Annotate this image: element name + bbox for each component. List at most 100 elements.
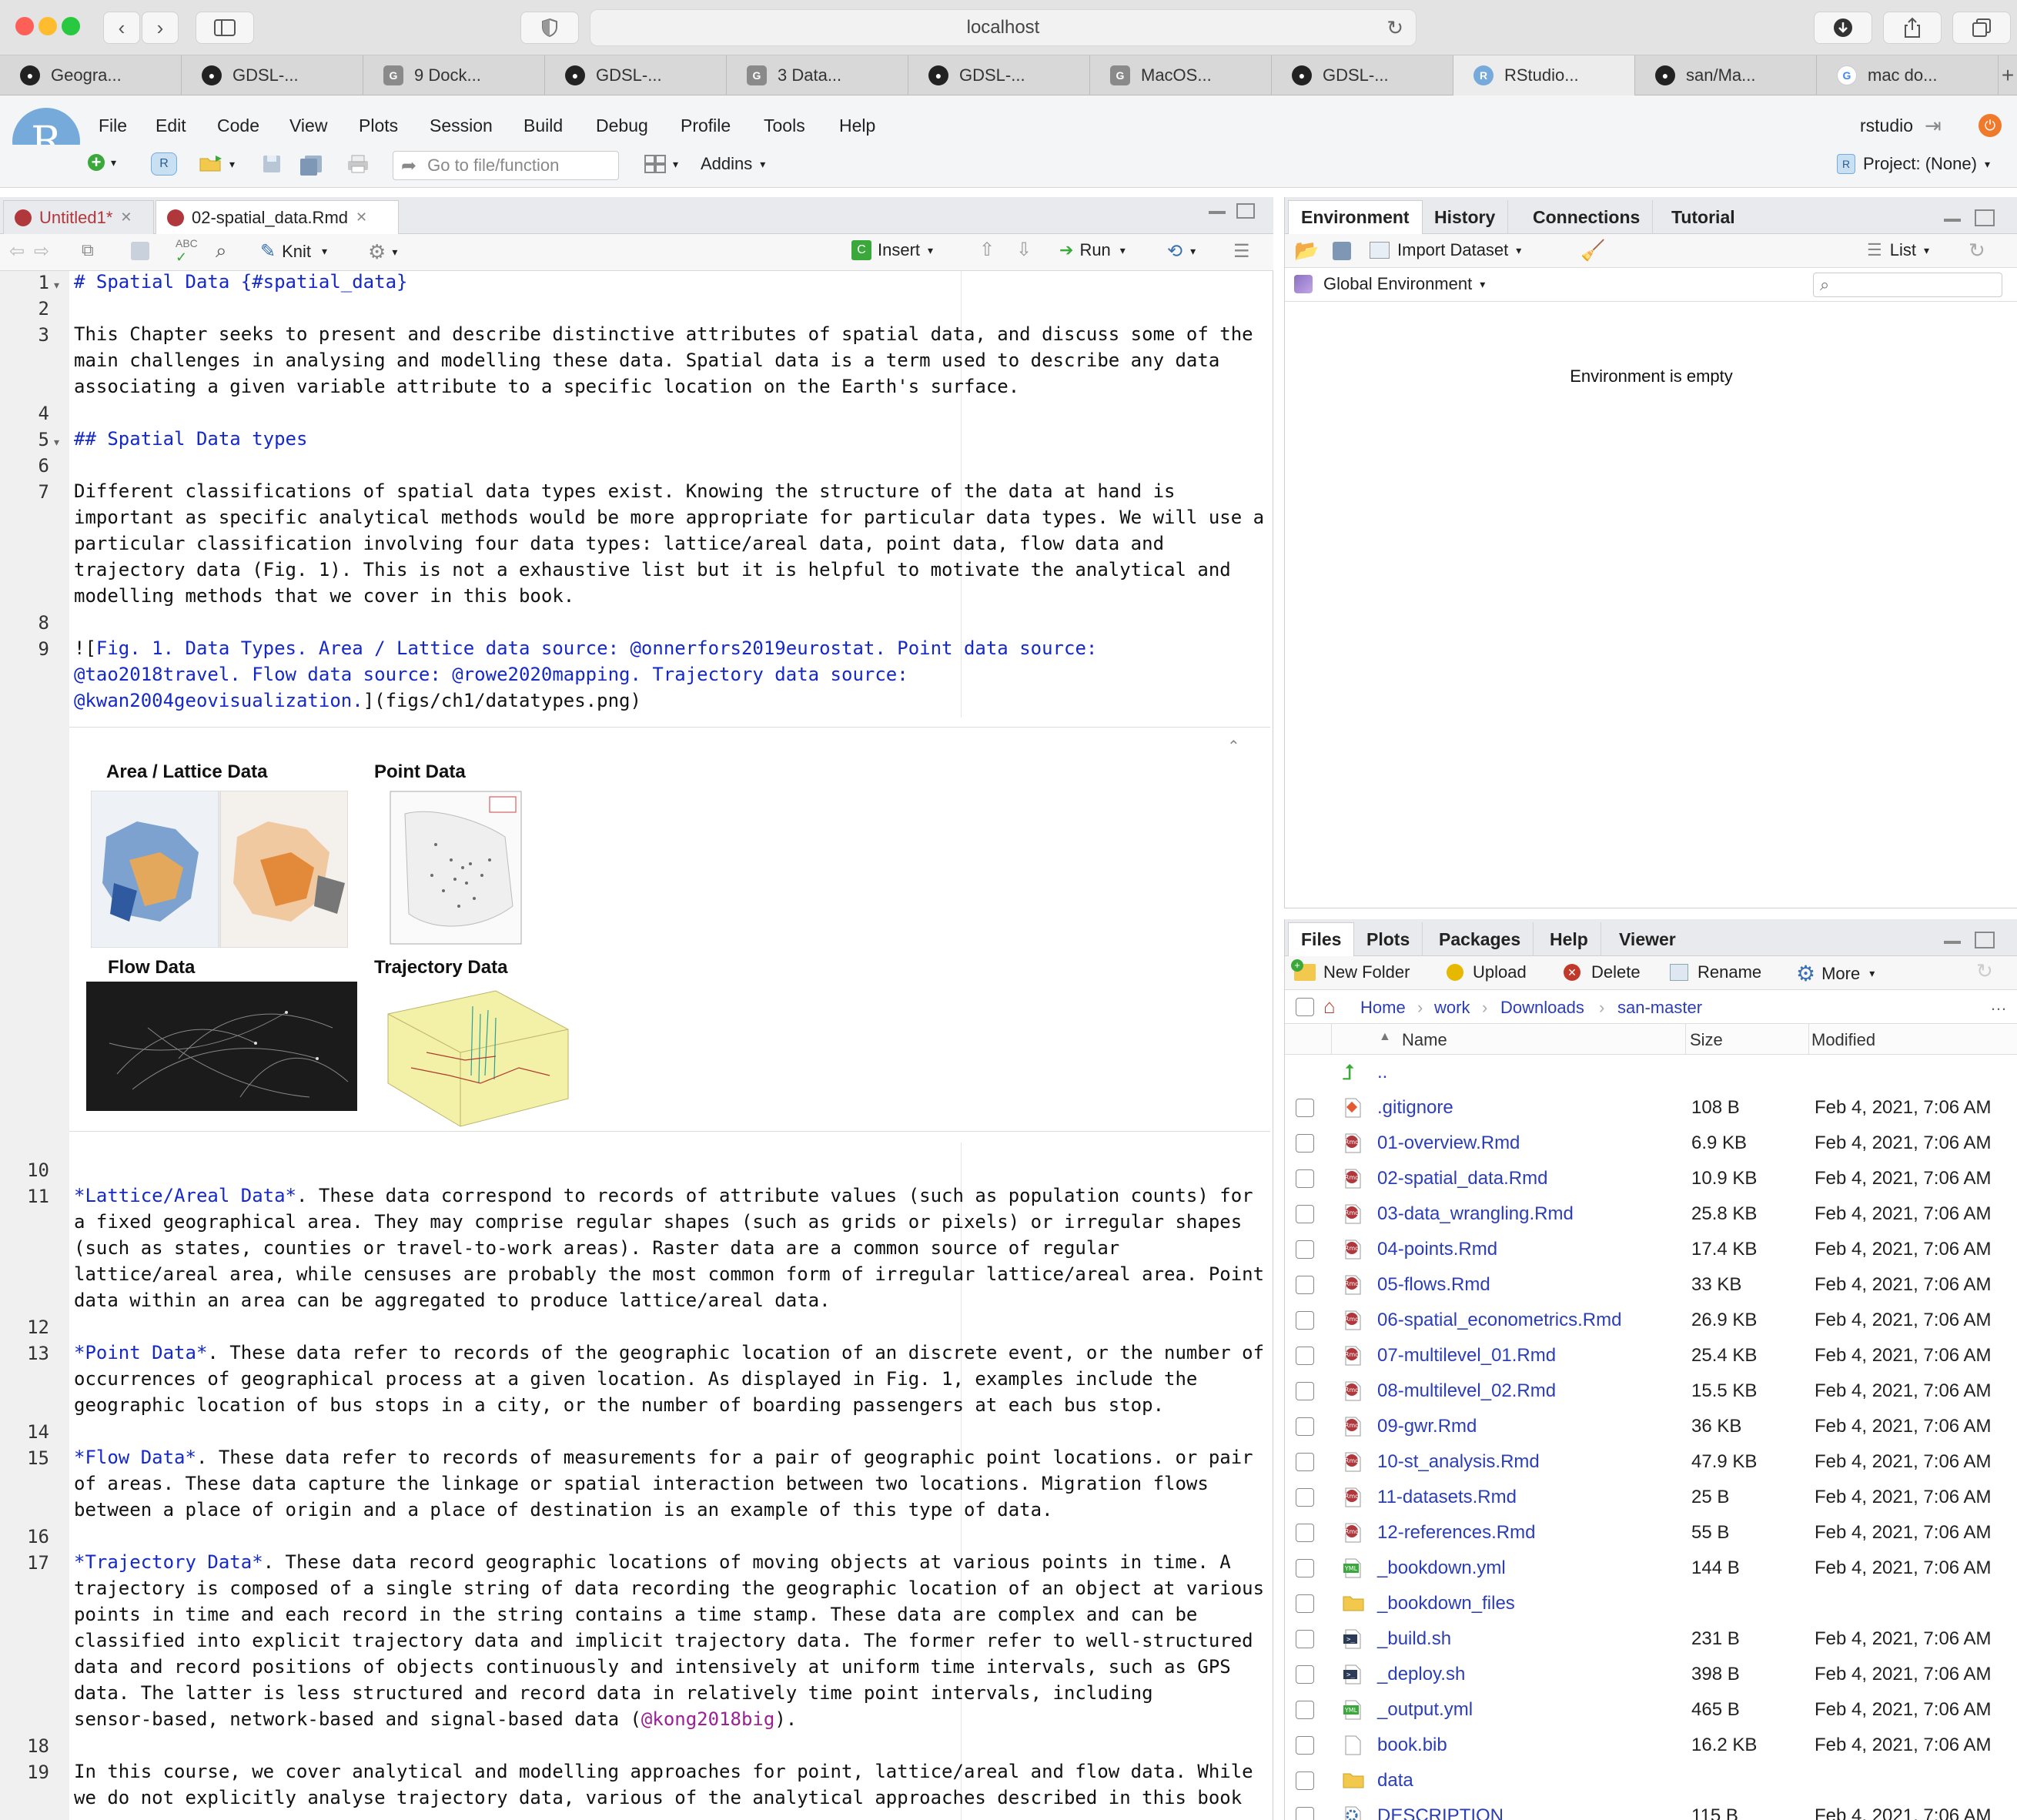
column-modified[interactable]: Modified bbox=[1811, 1030, 1875, 1050]
back-arrow-icon[interactable]: ⇦ bbox=[9, 240, 25, 263]
column-name[interactable]: Name bbox=[1402, 1030, 1447, 1050]
code-line[interactable]: *Point Data*. These data refer to record… bbox=[74, 1340, 1264, 1418]
file-name-link[interactable]: 08-multilevel_02.Rmd bbox=[1377, 1380, 1556, 1402]
browser-tab[interactable]: ● san/Ma... bbox=[1635, 55, 1817, 95]
share-button[interactable] bbox=[1883, 12, 1942, 44]
file-name-link[interactable]: 10-st_analysis.Rmd bbox=[1377, 1451, 1540, 1473]
file-checkbox[interactable] bbox=[1296, 1807, 1314, 1820]
rerun-button[interactable]: ⟲ ▾ bbox=[1167, 240, 1196, 263]
code-line[interactable]: ![Fig. 1. Data Types. Area / Lattice dat… bbox=[74, 635, 1097, 714]
tab-help[interactable]: Help bbox=[1537, 922, 1601, 956]
code-line[interactable]: *Lattice/Areal Data*. These data corresp… bbox=[74, 1183, 1264, 1313]
tab-files[interactable]: Files bbox=[1288, 922, 1355, 956]
rename-button[interactable]: Rename bbox=[1670, 962, 1761, 982]
code-line[interactable]: In this course, we cover analytical and … bbox=[74, 1758, 1253, 1811]
code-line[interactable]: This Chapter seeks to present and descri… bbox=[74, 321, 1253, 400]
file-row[interactable]: Rmd 09-gwr.Rmd 36 KB Feb 4, 2021, 7:06 AM bbox=[1285, 1409, 2017, 1444]
file-checkbox[interactable] bbox=[1296, 1771, 1314, 1790]
next-chunk-icon[interactable]: ⇩ bbox=[1016, 239, 1032, 261]
search-icon[interactable]: ⌕ bbox=[216, 239, 227, 263]
outline-icon[interactable]: ☰ bbox=[1233, 240, 1250, 263]
minimize-window-button[interactable] bbox=[38, 17, 57, 35]
file-name-link[interactable]: 05-flows.Rmd bbox=[1377, 1274, 1490, 1296]
editor-tab-spatial-data[interactable]: 02-spatial_data.Rmd ✕ bbox=[156, 200, 399, 234]
more-options-icon[interactable]: … bbox=[1990, 995, 2007, 1015]
new-tab-button[interactable]: + bbox=[1999, 55, 2017, 95]
browser-tab[interactable]: ● Geogra... bbox=[0, 55, 182, 95]
new-project-button[interactable]: R bbox=[151, 152, 177, 176]
browser-tab[interactable]: ● GDSL-... bbox=[1272, 55, 1453, 95]
file-checkbox[interactable] bbox=[1296, 1382, 1314, 1400]
run-button[interactable]: ➔ Run ▾ bbox=[1059, 240, 1126, 260]
editor-tab-untitled[interactable]: Untitled1* ✕ bbox=[3, 200, 154, 234]
column-size[interactable]: Size bbox=[1690, 1030, 1723, 1050]
code-line[interactable]: *Trajectory Data*. These data record geo… bbox=[74, 1549, 1264, 1732]
pane-layout-button[interactable]: ▾ bbox=[644, 154, 678, 174]
tab-viewer[interactable]: Viewer bbox=[1607, 922, 1688, 956]
downloads-button[interactable] bbox=[1814, 12, 1872, 44]
goto-file-input[interactable]: ➦ Go to file/function bbox=[393, 151, 619, 180]
file-row[interactable]: Rmd 12-references.Rmd 55 B Feb 4, 2021, 7:0… bbox=[1285, 1515, 2017, 1551]
file-checkbox[interactable] bbox=[1296, 1311, 1314, 1330]
close-icon[interactable]: ✕ bbox=[356, 209, 367, 226]
privacy-report-button[interactable] bbox=[520, 12, 579, 44]
save-icon[interactable] bbox=[1333, 242, 1351, 260]
file-checkbox[interactable] bbox=[1296, 1736, 1314, 1755]
menu-code[interactable]: Code bbox=[217, 115, 259, 136]
tab-environment[interactable]: Environment bbox=[1288, 200, 1423, 234]
file-checkbox[interactable] bbox=[1296, 1594, 1314, 1613]
browser-tab[interactable]: G MacOS... bbox=[1090, 55, 1272, 95]
menu-build[interactable]: Build bbox=[523, 115, 563, 136]
maximize-pane-icon[interactable] bbox=[1975, 932, 1995, 948]
minimize-pane-icon[interactable] bbox=[1944, 219, 1961, 222]
file-name-link[interactable]: 02-spatial_data.Rmd bbox=[1377, 1168, 1547, 1189]
save-all-button[interactable] bbox=[299, 154, 323, 176]
file-checkbox[interactable] bbox=[1296, 1169, 1314, 1188]
file-row[interactable]: Rmd 01-overview.Rmd 6.9 KB Feb 4, 2021, 7:0… bbox=[1285, 1126, 2017, 1161]
parent-directory-link[interactable]: .. bbox=[1377, 1062, 1387, 1083]
browser-tab[interactable]: ● GDSL-... bbox=[182, 55, 363, 95]
file-checkbox[interactable] bbox=[1296, 1134, 1314, 1153]
power-icon[interactable]: ⏻ bbox=[1979, 114, 2002, 137]
menu-view[interactable]: View bbox=[289, 115, 327, 136]
file-row[interactable]: Rmd 10-st_analysis.Rmd 47.9 KB Feb 4, 2021,… bbox=[1285, 1444, 2017, 1480]
file-checkbox[interactable] bbox=[1296, 1276, 1314, 1294]
file-name-link[interactable]: 09-gwr.Rmd bbox=[1377, 1416, 1477, 1437]
tab-history[interactable]: History bbox=[1422, 200, 1509, 234]
save-button[interactable] bbox=[262, 154, 282, 174]
menu-help[interactable]: Help bbox=[839, 115, 875, 136]
file-checkbox[interactable] bbox=[1296, 1417, 1314, 1436]
import-dataset-button[interactable]: Import Dataset ▾ bbox=[1370, 240, 1521, 260]
file-name-link[interactable]: 03-data_wrangling.Rmd bbox=[1377, 1203, 1574, 1225]
breadcrumb-downloads[interactable]: Downloads bbox=[1500, 998, 1584, 1018]
breadcrumb-work[interactable]: work bbox=[1434, 998, 1470, 1018]
file-checkbox[interactable] bbox=[1296, 1488, 1314, 1507]
file-row[interactable]: Rmd 05-flows.Rmd 33 KB Feb 4, 2021, 7:06 AM bbox=[1285, 1267, 2017, 1303]
project-menu[interactable]: R Project: (None) ▾ bbox=[1837, 154, 1990, 174]
file-name-link[interactable]: _bookdown_files bbox=[1377, 1593, 1515, 1614]
sidebar-toggle-button[interactable] bbox=[196, 12, 254, 44]
minimize-pane-icon[interactable] bbox=[1209, 211, 1226, 214]
folder-open-icon[interactable]: 📂 bbox=[1294, 239, 1319, 263]
code-line[interactable]: ## Spatial Data types bbox=[74, 426, 307, 452]
broom-icon[interactable]: 🧹 bbox=[1580, 239, 1605, 263]
forward-button[interactable]: › bbox=[142, 12, 179, 44]
fold-arrow-icon[interactable]: ▾ bbox=[54, 436, 59, 449]
maximize-pane-icon[interactable] bbox=[1236, 203, 1255, 219]
print-button[interactable] bbox=[346, 154, 370, 174]
save-icon[interactable] bbox=[131, 242, 149, 260]
refresh-icon[interactable]: ↻ bbox=[1968, 239, 1985, 263]
file-name-link[interactable]: data bbox=[1377, 1770, 1413, 1792]
menu-profile[interactable]: Profile bbox=[681, 115, 731, 136]
tab-plots[interactable]: Plots bbox=[1354, 922, 1423, 956]
list-view-button[interactable]: ☰ List ▾ bbox=[1867, 240, 1929, 260]
browser-tab[interactable]: ● GDSL-... bbox=[545, 55, 727, 95]
new-folder-button[interactable]: + New Folder bbox=[1291, 959, 1410, 982]
file-checkbox[interactable] bbox=[1296, 1665, 1314, 1684]
refresh-icon[interactable]: ↻ bbox=[1976, 959, 1993, 983]
file-name-link[interactable]: 11-datasets.Rmd bbox=[1377, 1487, 1517, 1508]
tab-tutorial[interactable]: Tutorial bbox=[1659, 200, 1748, 234]
insert-chunk-button[interactable]: C Insert ▾ bbox=[851, 240, 933, 260]
file-row[interactable]: Rmd 04-points.Rmd 17.4 KB Feb 4, 2021, 7:06… bbox=[1285, 1232, 2017, 1267]
file-row[interactable]: book.bib 16.2 KB Feb 4, 2021, 7:06 AM bbox=[1285, 1728, 2017, 1763]
